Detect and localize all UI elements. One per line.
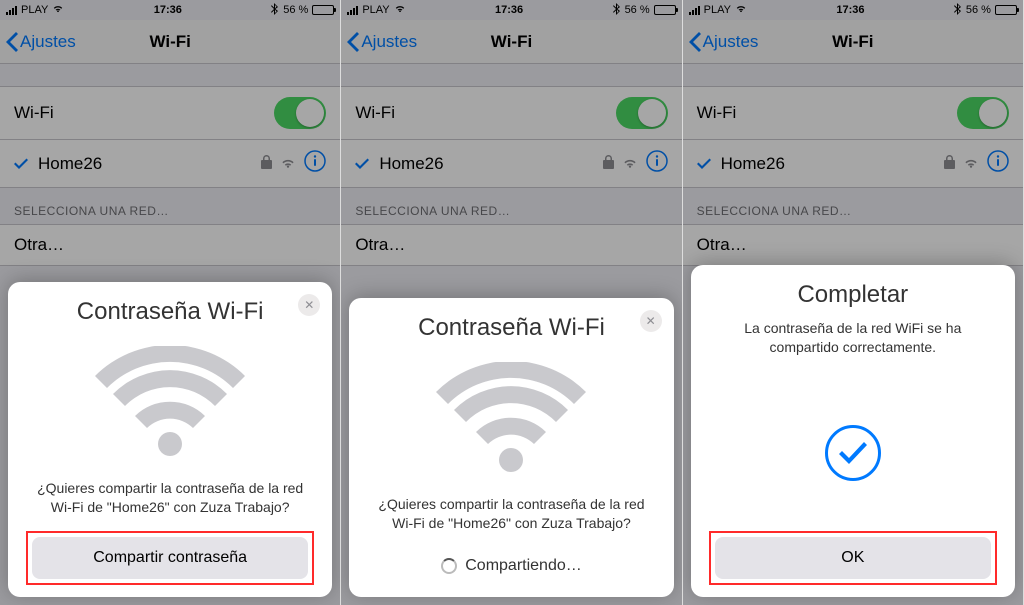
share-password-button[interactable]: Compartir contraseña bbox=[32, 537, 308, 579]
highlight-annotation: OK bbox=[709, 531, 997, 585]
screen-share-prompt: PLAY 17:36 56 % Ajustes Wi-Fi Wi-Fi Ho bbox=[0, 0, 341, 605]
close-icon[interactable]: ✕ bbox=[640, 310, 662, 332]
success-check-icon bbox=[825, 425, 881, 481]
screen-sharing: PLAY 17:36 56 % Ajustes Wi-Fi Wi-Fi Home… bbox=[341, 0, 682, 605]
wifi-large-icon bbox=[436, 362, 586, 477]
card-text: La contraseña de la red WiFi se ha compa… bbox=[709, 319, 997, 357]
card-title: Completar bbox=[797, 281, 908, 309]
complete-card: Completar La contraseña de la red WiFi s… bbox=[691, 265, 1015, 597]
wifi-large-icon bbox=[95, 346, 245, 461]
ok-button[interactable]: OK bbox=[715, 537, 991, 579]
screen-complete: PLAY 17:36 56 % Ajustes Wi-Fi Wi-Fi Home… bbox=[683, 0, 1024, 605]
card-text: ¿Quieres compartir la contraseña de la r… bbox=[367, 495, 655, 533]
share-password-card: ✕ Contraseña Wi-Fi ¿Quieres compartir la… bbox=[8, 282, 332, 597]
card-text: ¿Quieres compartir la contraseña de la r… bbox=[26, 479, 314, 517]
sharing-status: Compartiendo… bbox=[441, 547, 582, 585]
sharing-card: ✕ Contraseña Wi-Fi ¿Quieres compartir la… bbox=[349, 298, 673, 597]
close-icon[interactable]: ✕ bbox=[298, 294, 320, 316]
sharing-label: Compartiendo… bbox=[465, 557, 582, 575]
card-title: Contraseña Wi-Fi bbox=[418, 314, 605, 342]
highlight-annotation: Compartir contraseña bbox=[26, 531, 314, 585]
card-title: Contraseña Wi-Fi bbox=[77, 298, 264, 326]
spinner-icon bbox=[441, 558, 457, 574]
